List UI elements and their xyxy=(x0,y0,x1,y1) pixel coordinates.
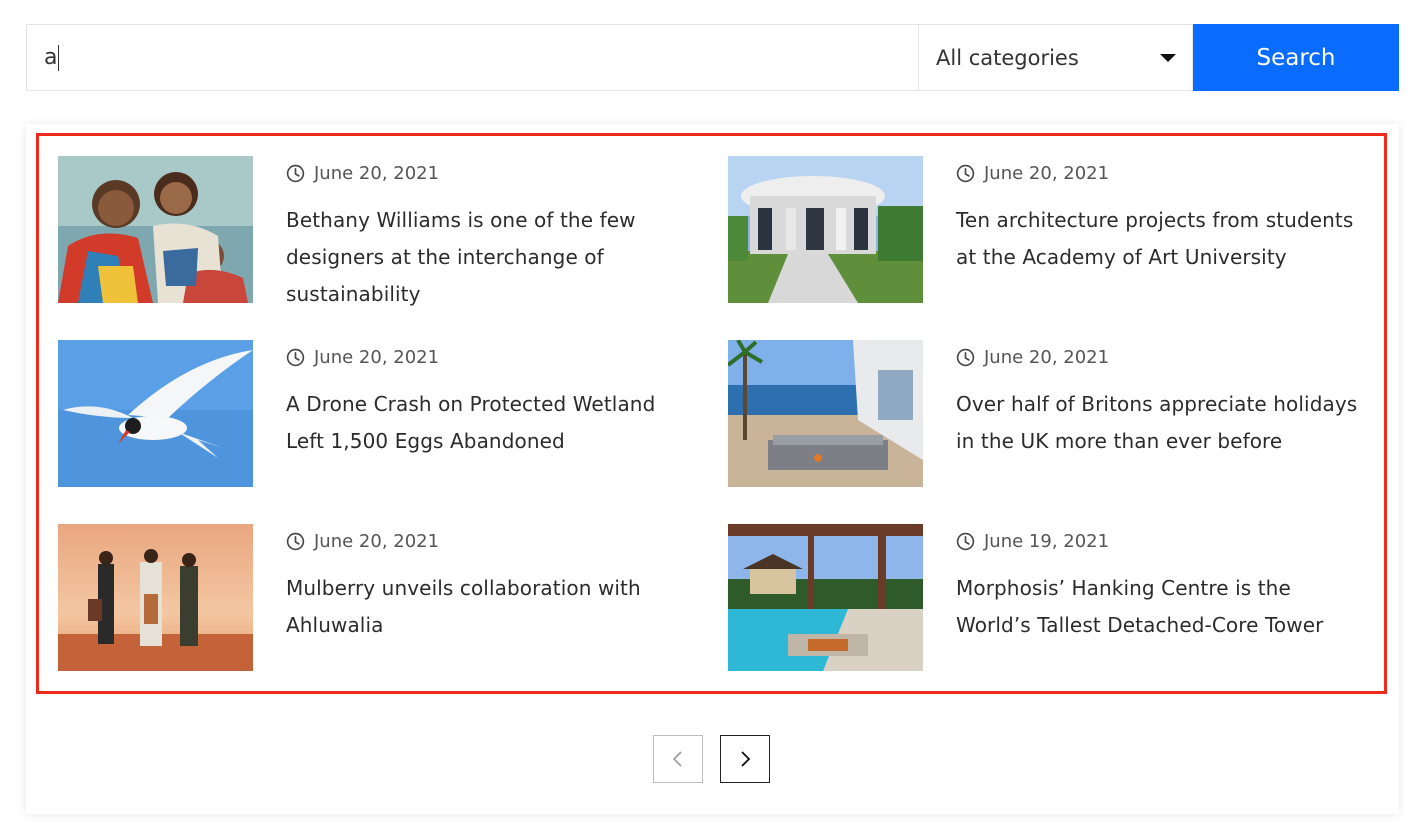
result-thumbnail[interactable] xyxy=(58,156,253,303)
result-title[interactable]: A Drone Crash on Protected Wetland Left … xyxy=(286,386,696,460)
pagination-prev-button[interactable] xyxy=(653,735,703,783)
result-title[interactable]: Bethany Williams is one of the few desig… xyxy=(286,202,696,313)
result-meta: June 20, 2021 A Drone Crash on Protected… xyxy=(286,340,696,488)
chevron-left-icon xyxy=(672,751,682,767)
modern-pavilion-photo xyxy=(728,156,923,303)
search-input-value: a xyxy=(44,45,58,70)
result-meta: June 20, 2021 Mulberry unveils collabora… xyxy=(286,524,696,672)
result-thumbnail[interactable] xyxy=(58,524,253,671)
result-thumbnail[interactable] xyxy=(728,340,923,487)
pagination-next-button[interactable] xyxy=(720,735,770,783)
resort-pool-photo xyxy=(728,524,923,671)
result-item[interactable]: June 20, 2021 Ten architecture projects … xyxy=(728,156,1368,304)
tern-bird-photo xyxy=(58,340,253,487)
result-date: June 19, 2021 xyxy=(956,530,1366,552)
result-date-text: June 20, 2021 xyxy=(984,162,1110,184)
result-meta: June 20, 2021 Ten architecture projects … xyxy=(956,156,1366,304)
fashion-models-sunset-photo xyxy=(58,524,253,671)
result-thumbnail[interactable] xyxy=(728,524,923,671)
result-meta: June 20, 2021 Over half of Britons appre… xyxy=(956,340,1366,488)
result-date: June 20, 2021 xyxy=(286,530,696,552)
result-date: June 20, 2021 xyxy=(286,346,696,368)
result-date: June 20, 2021 xyxy=(956,346,1366,368)
clock-icon xyxy=(956,164,975,182)
result-title[interactable]: Morphosis’ Hanking Centre is the World’s… xyxy=(956,570,1366,644)
result-item[interactable]: June 20, 2021 Over half of Britons appre… xyxy=(728,340,1368,488)
search-input[interactable]: a xyxy=(26,24,918,91)
result-item[interactable]: June 20, 2021 A Drone Crash on Protected… xyxy=(58,340,698,488)
category-select-value: All categories xyxy=(936,45,1079,70)
clock-icon xyxy=(286,348,305,366)
result-meta: June 20, 2021 Bethany Williams is one of… xyxy=(286,156,696,307)
result-date-text: June 19, 2021 xyxy=(984,530,1110,552)
result-title[interactable]: Mulberry unveils collaboration with Ahlu… xyxy=(286,570,696,644)
result-title[interactable]: Over half of Britons appreciate holidays… xyxy=(956,386,1366,460)
result-thumbnail[interactable] xyxy=(58,340,253,487)
category-select[interactable]: All categories xyxy=(918,24,1193,91)
search-results-panel: June 20, 2021 Bethany Williams is one of… xyxy=(26,124,1399,814)
search-button[interactable]: Search xyxy=(1193,24,1399,91)
chevron-right-icon xyxy=(741,751,751,767)
result-date-text: June 20, 2021 xyxy=(314,162,440,184)
result-date: June 20, 2021 xyxy=(956,162,1366,184)
result-date-text: June 20, 2021 xyxy=(314,530,440,552)
clock-icon xyxy=(956,532,975,550)
clock-icon xyxy=(956,348,975,366)
caret-down-icon xyxy=(1160,53,1176,62)
seaside-terrace-photo xyxy=(728,340,923,487)
result-item[interactable]: June 20, 2021 Bethany Williams is one of… xyxy=(58,156,698,307)
result-title[interactable]: Ten architecture projects from students … xyxy=(956,202,1366,276)
text-cursor xyxy=(58,44,60,71)
result-meta: June 19, 2021 Morphosis’ Hanking Centre … xyxy=(956,524,1366,672)
result-date-text: June 20, 2021 xyxy=(314,346,440,368)
result-item[interactable]: June 19, 2021 Morphosis’ Hanking Centre … xyxy=(728,524,1368,672)
result-item[interactable]: June 20, 2021 Mulberry unveils collabora… xyxy=(58,524,698,672)
result-date: June 20, 2021 xyxy=(286,162,696,184)
clock-icon xyxy=(286,164,305,182)
result-date-text: June 20, 2021 xyxy=(984,346,1110,368)
result-thumbnail[interactable] xyxy=(728,156,923,303)
fashion-family-photo xyxy=(58,156,253,303)
clock-icon xyxy=(286,532,305,550)
search-bar: a All categories Search xyxy=(26,24,1399,91)
